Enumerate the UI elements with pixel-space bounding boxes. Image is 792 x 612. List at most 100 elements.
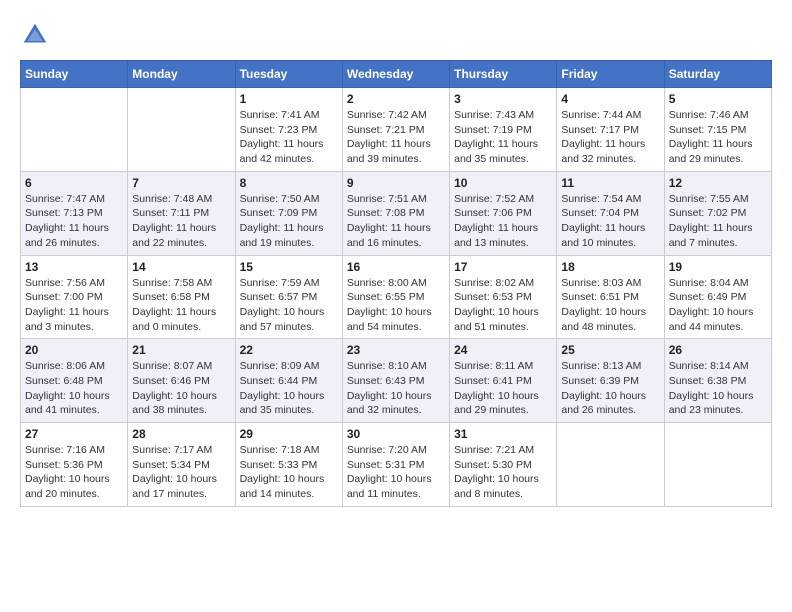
day-info: Sunrise: 8:10 AM Sunset: 6:43 PM Dayligh… (347, 359, 445, 418)
calendar-cell: 6 Sunrise: 7:47 AM Sunset: 7:13 PM Daylig… (21, 171, 128, 255)
calendar-cell (21, 88, 128, 172)
calendar-cell: 2 Sunrise: 7:42 AM Sunset: 7:21 PM Daylig… (342, 88, 449, 172)
page-header (20, 20, 772, 50)
day-number: 26 (669, 343, 767, 357)
day-number: 18 (561, 260, 659, 274)
calendar-cell: 5 Sunrise: 7:46 AM Sunset: 7:15 PM Daylig… (664, 88, 771, 172)
day-number: 1 (240, 92, 338, 106)
day-number: 14 (132, 260, 230, 274)
day-info: Sunrise: 7:51 AM Sunset: 7:08 PM Dayligh… (347, 192, 445, 251)
day-info: Sunrise: 8:14 AM Sunset: 6:38 PM Dayligh… (669, 359, 767, 418)
day-info: Sunrise: 7:54 AM Sunset: 7:04 PM Dayligh… (561, 192, 659, 251)
day-info: Sunrise: 7:48 AM Sunset: 7:11 PM Dayligh… (132, 192, 230, 251)
day-number: 17 (454, 260, 552, 274)
day-number: 30 (347, 427, 445, 441)
day-number: 29 (240, 427, 338, 441)
day-info: Sunrise: 7:47 AM Sunset: 7:13 PM Dayligh… (25, 192, 123, 251)
day-number: 5 (669, 92, 767, 106)
day-number: 22 (240, 343, 338, 357)
day-info: Sunrise: 7:56 AM Sunset: 7:00 PM Dayligh… (25, 276, 123, 335)
calendar-cell: 12 Sunrise: 7:55 AM Sunset: 7:02 PM Dayli… (664, 171, 771, 255)
calendar-cell: 7Sunrise: 7:48 AM Sunset: 7:11 PM Daylig… (128, 171, 235, 255)
day-info: Sunrise: 8:09 AM Sunset: 6:44 PM Dayligh… (240, 359, 338, 418)
day-number: 20 (25, 343, 123, 357)
day-number: 11 (561, 176, 659, 190)
calendar-cell: 23 Sunrise: 8:10 AM Sunset: 6:43 PM Dayli… (342, 339, 449, 423)
week-row-3: 13 Sunrise: 7:56 AM Sunset: 7:00 PM Dayli… (21, 255, 772, 339)
calendar-cell (128, 88, 235, 172)
day-info: Sunrise: 7:20 AM Sunset: 5:31 PM Dayligh… (347, 443, 445, 502)
calendar-cell (664, 423, 771, 507)
day-number: 19 (669, 260, 767, 274)
calendar-cell: 13 Sunrise: 7:56 AM Sunset: 7:00 PM Dayli… (21, 255, 128, 339)
day-number: 6 (25, 176, 123, 190)
day-number: 23 (347, 343, 445, 357)
calendar-cell: 25Sunrise: 8:13 AM Sunset: 6:39 PM Dayli… (557, 339, 664, 423)
calendar-cell: 31Sunrise: 7:21 AM Sunset: 5:30 PM Dayli… (450, 423, 557, 507)
day-info: Sunrise: 8:06 AM Sunset: 6:48 PM Dayligh… (25, 359, 123, 418)
day-number: 3 (454, 92, 552, 106)
day-info: Sunrise: 8:11 AM Sunset: 6:41 PM Dayligh… (454, 359, 552, 418)
day-number: 27 (25, 427, 123, 441)
week-row-1: 1 Sunrise: 7:41 AM Sunset: 7:23 PM Daylig… (21, 88, 772, 172)
calendar-cell: 21 Sunrise: 8:07 AM Sunset: 6:46 PM Dayli… (128, 339, 235, 423)
day-number: 8 (240, 176, 338, 190)
day-info: Sunrise: 7:43 AM Sunset: 7:19 PM Dayligh… (454, 108, 552, 167)
calendar-cell: 10 Sunrise: 7:52 AM Sunset: 7:06 PM Dayli… (450, 171, 557, 255)
day-info: Sunrise: 7:52 AM Sunset: 7:06 PM Dayligh… (454, 192, 552, 251)
day-number: 25 (561, 343, 659, 357)
calendar-cell: 8 Sunrise: 7:50 AM Sunset: 7:09 PM Daylig… (235, 171, 342, 255)
day-number: 2 (347, 92, 445, 106)
calendar-cell: 24Sunrise: 8:11 AM Sunset: 6:41 PM Dayli… (450, 339, 557, 423)
weekday-header-row: SundayMondayTuesdayWednesdayThursdayFrid… (21, 61, 772, 88)
day-info: Sunrise: 7:17 AM Sunset: 5:34 PM Dayligh… (132, 443, 230, 502)
day-info: Sunrise: 7:55 AM Sunset: 7:02 PM Dayligh… (669, 192, 767, 251)
calendar-cell: 27 Sunrise: 7:16 AM Sunset: 5:36 PM Dayli… (21, 423, 128, 507)
calendar-cell: 28 Sunrise: 7:17 AM Sunset: 5:34 PM Dayli… (128, 423, 235, 507)
calendar-table: SundayMondayTuesdayWednesdayThursdayFrid… (20, 60, 772, 507)
day-number: 10 (454, 176, 552, 190)
day-number: 12 (669, 176, 767, 190)
calendar-cell (557, 423, 664, 507)
logo (20, 20, 54, 50)
weekday-tuesday: Tuesday (235, 61, 342, 88)
weekday-thursday: Thursday (450, 61, 557, 88)
calendar-cell: 16 Sunrise: 8:00 AM Sunset: 6:55 PM Dayli… (342, 255, 449, 339)
day-info: Sunrise: 7:50 AM Sunset: 7:09 PM Dayligh… (240, 192, 338, 251)
day-info: Sunrise: 8:00 AM Sunset: 6:55 PM Dayligh… (347, 276, 445, 335)
calendar-cell: 9Sunrise: 7:51 AM Sunset: 7:08 PM Daylig… (342, 171, 449, 255)
week-row-2: 6 Sunrise: 7:47 AM Sunset: 7:13 PM Daylig… (21, 171, 772, 255)
day-number: 4 (561, 92, 659, 106)
day-info: Sunrise: 7:44 AM Sunset: 7:17 PM Dayligh… (561, 108, 659, 167)
calendar-cell: 30 Sunrise: 7:20 AM Sunset: 5:31 PM Dayli… (342, 423, 449, 507)
day-info: Sunrise: 8:02 AM Sunset: 6:53 PM Dayligh… (454, 276, 552, 335)
calendar-cell: 15 Sunrise: 7:59 AM Sunset: 6:57 PM Dayli… (235, 255, 342, 339)
day-info: Sunrise: 7:46 AM Sunset: 7:15 PM Dayligh… (669, 108, 767, 167)
day-number: 28 (132, 427, 230, 441)
calendar-cell: 26 Sunrise: 8:14 AM Sunset: 6:38 PM Dayli… (664, 339, 771, 423)
day-info: Sunrise: 7:21 AM Sunset: 5:30 PM Dayligh… (454, 443, 552, 502)
day-info: Sunrise: 8:07 AM Sunset: 6:46 PM Dayligh… (132, 359, 230, 418)
day-info: Sunrise: 7:42 AM Sunset: 7:21 PM Dayligh… (347, 108, 445, 167)
calendar-cell: 14 Sunrise: 7:58 AM Sunset: 6:58 PM Dayli… (128, 255, 235, 339)
day-number: 16 (347, 260, 445, 274)
day-number: 21 (132, 343, 230, 357)
day-info: Sunrise: 7:16 AM Sunset: 5:36 PM Dayligh… (25, 443, 123, 502)
weekday-wednesday: Wednesday (342, 61, 449, 88)
calendar-cell: 22 Sunrise: 8:09 AM Sunset: 6:44 PM Dayli… (235, 339, 342, 423)
day-info: Sunrise: 7:18 AM Sunset: 5:33 PM Dayligh… (240, 443, 338, 502)
calendar-cell: 4 Sunrise: 7:44 AM Sunset: 7:17 PM Daylig… (557, 88, 664, 172)
day-number: 15 (240, 260, 338, 274)
day-info: Sunrise: 7:41 AM Sunset: 7:23 PM Dayligh… (240, 108, 338, 167)
calendar-cell: 1 Sunrise: 7:41 AM Sunset: 7:23 PM Daylig… (235, 88, 342, 172)
calendar-cell: 11 Sunrise: 7:54 AM Sunset: 7:04 PM Dayli… (557, 171, 664, 255)
day-number: 13 (25, 260, 123, 274)
calendar-cell: 19 Sunrise: 8:04 AM Sunset: 6:49 PM Dayli… (664, 255, 771, 339)
day-info: Sunrise: 7:58 AM Sunset: 6:58 PM Dayligh… (132, 276, 230, 335)
calendar-cell: 18Sunrise: 8:03 AM Sunset: 6:51 PM Dayli… (557, 255, 664, 339)
calendar-cell: 3 Sunrise: 7:43 AM Sunset: 7:19 PM Daylig… (450, 88, 557, 172)
weekday-sunday: Sunday (21, 61, 128, 88)
calendar-cell: 20 Sunrise: 8:06 AM Sunset: 6:48 PM Dayli… (21, 339, 128, 423)
day-info: Sunrise: 7:59 AM Sunset: 6:57 PM Dayligh… (240, 276, 338, 335)
day-info: Sunrise: 8:04 AM Sunset: 6:49 PM Dayligh… (669, 276, 767, 335)
